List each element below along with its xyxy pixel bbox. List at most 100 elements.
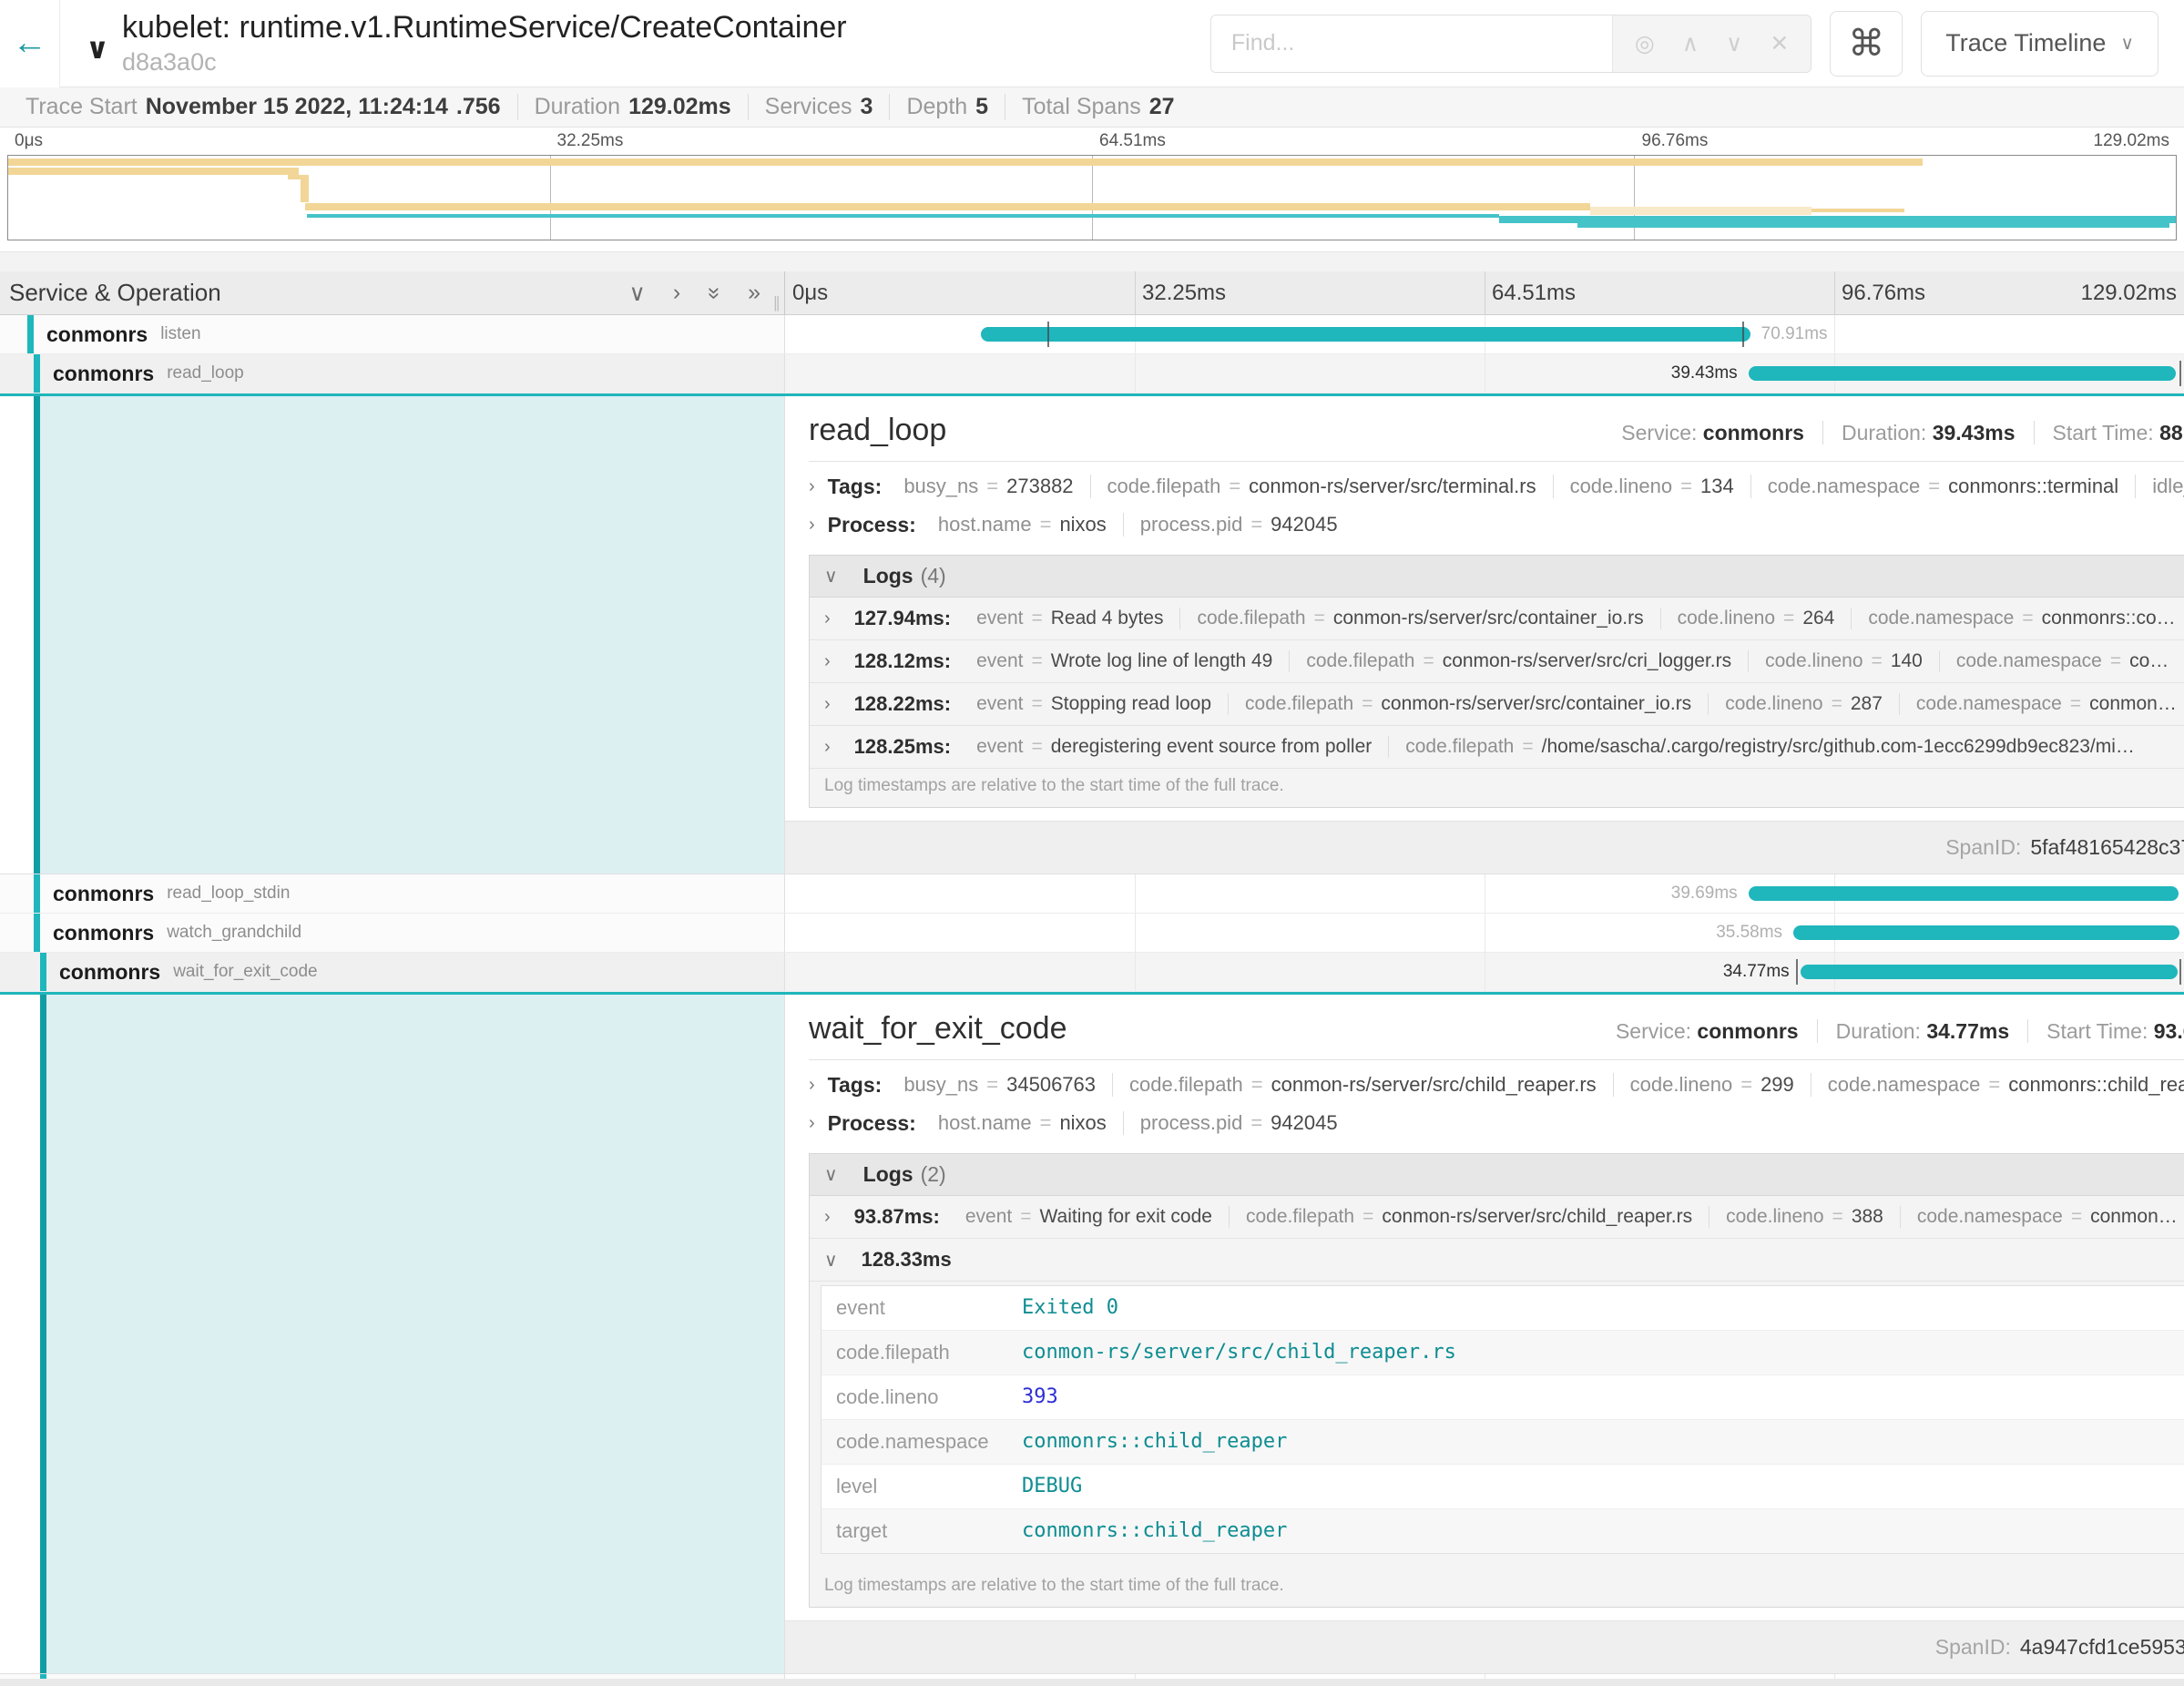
log-entry[interactable]: ∨128.33ms xyxy=(810,1239,2184,1282)
span-row-track[interactable]: 39.43ms xyxy=(785,354,2184,393)
span-row-names[interactable]: conmonrsread_loop xyxy=(0,354,785,393)
spanid-value: 5faf48165428c37a xyxy=(2030,835,2184,860)
tags-row: ›Tags:busy_ns=34506763code.filepath=conm… xyxy=(809,1071,2184,1098)
keyboard-shortcuts-button[interactable]: ⌘ xyxy=(1830,11,1903,77)
log-field: code.filepath=/home/sascha/.cargo/regist… xyxy=(1388,736,2151,758)
collapse-all-icon[interactable]: » xyxy=(700,287,728,300)
log-field: code.namespace=co… xyxy=(1939,650,2184,672)
log-field: code.namespace=conmon… xyxy=(1899,693,2184,715)
ruler-tick-label: 64.51ms xyxy=(1492,281,1576,306)
chevron-right-icon[interactable]: › xyxy=(824,694,831,715)
span-row-names[interactable]: conmonrswait_for_exit_code xyxy=(0,953,785,991)
span-row[interactable]: conmonrslisten70.91ms xyxy=(0,315,2184,354)
span-duration-bar[interactable] xyxy=(1793,925,2179,940)
view-selector-button[interactable]: Trace Timeline ∨ xyxy=(1921,11,2158,77)
logs-header-label: Logs xyxy=(863,564,913,588)
logs-header[interactable]: ∨Logs(4) xyxy=(810,556,2184,598)
span-row[interactable]: conmonrswatch_grandchild 35.58ms xyxy=(0,914,2184,953)
minimap-canvas[interactable] xyxy=(7,155,2177,240)
service-color-stripe xyxy=(40,995,46,1673)
column-resizer-handle[interactable]: ∥ xyxy=(773,294,781,312)
clear-search-icon[interactable]: ✕ xyxy=(1770,30,1789,57)
chevron-right-icon[interactable]: › xyxy=(824,608,831,629)
log-field: code.filepath=conmon-rs/server/src/cri_l… xyxy=(1289,650,1748,672)
chevron-right-icon[interactable]: › xyxy=(809,515,815,536)
logs-header[interactable]: ∨Logs(2) xyxy=(810,1154,2184,1196)
chevron-right-icon[interactable]: › xyxy=(824,1207,831,1228)
process-row: ›Process:host.name=nixosprocess.pid=9420… xyxy=(809,511,2184,538)
span-duration-label: 35.58ms xyxy=(1716,923,1782,943)
log-field: event=Stopping read loop xyxy=(960,693,1228,715)
next-result-icon[interactable]: ∨ xyxy=(1726,30,1742,57)
expand-all-icon[interactable]: » xyxy=(748,280,760,307)
log-field: code.filepath=conmon-rs/server/src/conta… xyxy=(1228,693,1708,715)
find-input[interactable] xyxy=(1211,15,1612,72)
minimap-ticks: 0μs32.25ms64.51ms96.76ms129.02ms xyxy=(7,131,2177,153)
span-self-time-tick xyxy=(2179,959,2181,985)
chevron-right-icon[interactable]: › xyxy=(809,476,815,497)
log-entry[interactable]: ›128.22ms:event=Stopping read loopcode.f… xyxy=(810,683,2184,726)
back-arrow-icon: ← xyxy=(13,24,47,63)
locate-span-icon[interactable]: ◎ xyxy=(1635,30,1655,57)
span-detail-title: read_loop xyxy=(809,413,946,448)
span-duration-bar[interactable] xyxy=(981,327,1750,342)
span-row-track[interactable]: 39.69ms xyxy=(785,874,2184,913)
logs-section: ∨Logs(4)›127.94ms:event=Read 4 bytescode… xyxy=(809,555,2184,808)
operation-name: read_loop_stdin xyxy=(167,884,290,904)
span-row-names[interactable]: conmonrslisten xyxy=(0,315,785,353)
tags-row: ›Tags:busy_ns=273882code.filepath=conmon… xyxy=(809,473,2184,500)
log-field: code.filepath=conmon-rs/server/src/conta… xyxy=(1179,608,1659,629)
span-row-names[interactable]: conmonrswatch_grandchild xyxy=(0,914,785,952)
span-duration-bar[interactable] xyxy=(1749,886,2179,901)
span-detail-title: wait_for_exit_code xyxy=(809,1011,1067,1047)
log-field: event=Waiting for exit code xyxy=(949,1206,1229,1228)
minimap-span-bar xyxy=(301,175,308,201)
prev-result-icon[interactable]: ∧ xyxy=(1682,30,1699,57)
chevron-right-icon[interactable]: › xyxy=(824,651,831,672)
log-entry[interactable]: ›127.94ms:event=Read 4 bytescode.filepat… xyxy=(810,598,2184,640)
span-row-track[interactable]: 34.77ms xyxy=(785,953,2184,991)
minimap-span-bar xyxy=(8,168,299,175)
back-button[interactable]: ← xyxy=(0,0,60,87)
spanid-label: SpanID: xyxy=(1945,835,2021,860)
span-row[interactable]: conmonrswait_for_exit_code 34.77ms xyxy=(0,953,2184,992)
chevron-down-icon[interactable]: ∨ xyxy=(824,1249,838,1272)
trace-collapse-chevron-icon[interactable]: ∨ xyxy=(86,31,109,66)
tag-item: code.namespace=conmonrs::child_reap… xyxy=(1811,1073,2184,1097)
track-gridline xyxy=(1135,354,1136,393)
log-field: code.namespace=conmon… xyxy=(1900,1206,2184,1228)
service-name: conmonrs xyxy=(53,882,154,906)
span-row-track[interactable]: 35.58ms xyxy=(785,914,2184,952)
log-field-key: target xyxy=(822,1509,1013,1553)
summary-item: Depth5 xyxy=(889,94,1005,120)
logs-section: ∨Logs(2)›93.87ms:event=Waiting for exit … xyxy=(809,1153,2184,1608)
span-row-names[interactable]: conmonrs read_loop_stdin xyxy=(0,874,785,913)
log-field: event=Wrote log line of length 49 xyxy=(960,650,1289,672)
process-row: ›Process:host.name=nixosprocess.pid=9420… xyxy=(809,1109,2184,1137)
chevron-right-icon[interactable]: › xyxy=(824,737,831,758)
log-field: code.lineno=140 xyxy=(1748,650,1939,672)
span-duration-bar[interactable] xyxy=(1749,366,2176,381)
span-self-time-tick xyxy=(2179,361,2181,386)
log-fields-table: eventExited 0code.filepathconmon-rs/serv… xyxy=(821,1285,2184,1554)
trace-minimap[interactable]: 0μs32.25ms64.51ms96.76ms129.02ms xyxy=(0,128,2184,251)
tag-item: idle_n… xyxy=(2135,475,2184,498)
span-row[interactable]: conmonrsread_loop39.43ms xyxy=(0,354,2184,393)
log-entry[interactable]: ›93.87ms:event=Waiting for exit codecode… xyxy=(810,1196,2184,1239)
logs-note: Log timestamps are relative to the start… xyxy=(810,769,2184,807)
span-duration-label: 34.77ms xyxy=(1723,962,1790,982)
chevron-right-icon[interactable]: › xyxy=(809,1075,815,1096)
span-row[interactable]: conmonrs read_loop_stdin 39.69ms xyxy=(0,874,2184,914)
log-entry[interactable]: ›128.25ms:event=deregistering event sour… xyxy=(810,726,2184,769)
span-duration-bar[interactable] xyxy=(1801,965,2178,979)
span-self-time-tick xyxy=(1742,322,1744,347)
log-field-row: levelDEBUG xyxy=(822,1465,2184,1509)
log-entry[interactable]: ›128.12ms:event=Wrote log line of length… xyxy=(810,640,2184,683)
span-meta-item: Start Time: 88.84ms xyxy=(2034,421,2184,444)
service-color-stripe xyxy=(34,914,40,952)
chevron-right-icon[interactable]: › xyxy=(809,1113,815,1134)
collapse-one-icon[interactable]: ∨ xyxy=(629,280,646,307)
span-row-track[interactable]: 70.91ms xyxy=(785,315,2184,353)
minimap-span-bar xyxy=(305,203,1590,210)
expand-one-icon[interactable]: › xyxy=(673,280,680,307)
